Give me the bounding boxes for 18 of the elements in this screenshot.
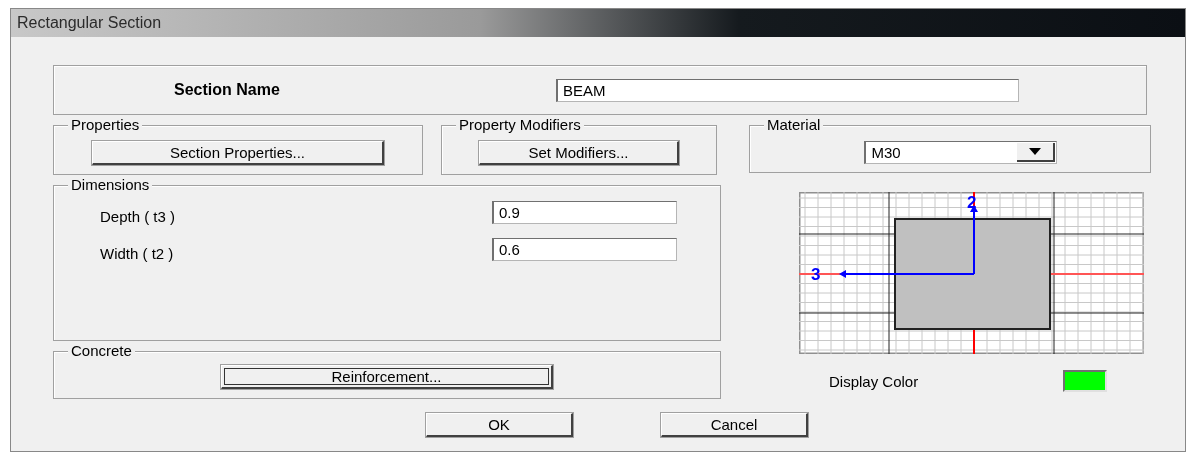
window-title: Rectangular Section: [17, 14, 162, 32]
dimension-field[interactable]: 0.9: [492, 201, 677, 224]
dimension-field[interactable]: 0.6: [492, 238, 677, 261]
group-title: Property Modifiers: [456, 116, 584, 134]
section-name-field[interactable]: BEAM: [556, 78, 1019, 102]
dialog-button[interactable]: OK: [426, 413, 573, 437]
section-properties-button[interactable]: Section Properties...: [92, 141, 384, 165]
dialog-button[interactable]: Cancel: [661, 413, 808, 437]
dimension-label: Depth ( t3 ): [100, 207, 177, 225]
section-name-label: Section Name: [174, 81, 281, 99]
reinforcement-button[interactable]: Reinforcement...: [221, 365, 553, 389]
set-modifiers-button[interactable]: Set Modifiers...: [479, 141, 679, 165]
dimension-label: Width ( t2 ): [100, 244, 175, 262]
color-swatch[interactable]: [1063, 370, 1107, 392]
caret-icon: [1028, 147, 1041, 155]
material-dropdown[interactable]: M30: [863, 140, 1057, 164]
group-title: Properties: [68, 116, 143, 134]
display-color-label: Display Color: [829, 372, 920, 390]
